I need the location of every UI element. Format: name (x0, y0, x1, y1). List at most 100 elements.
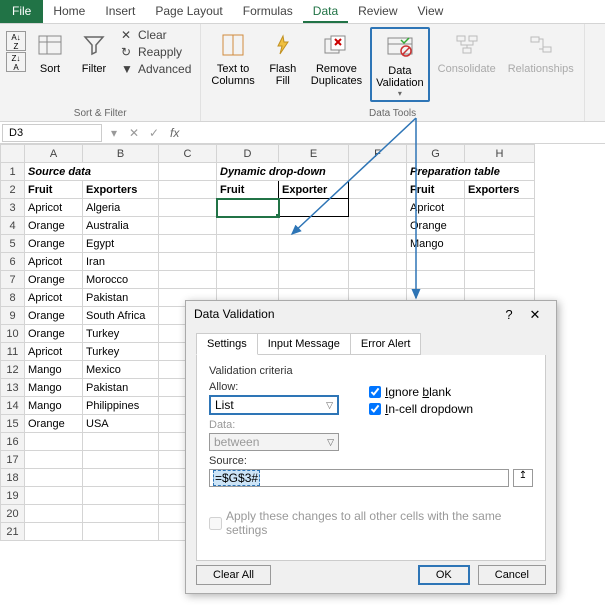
row-header[interactable]: 7 (1, 271, 25, 289)
cell[interactable] (349, 163, 407, 181)
col-header-G[interactable]: G (407, 145, 465, 163)
cell[interactable]: Apricot (25, 289, 83, 307)
cell[interactable] (159, 199, 217, 217)
cell[interactable] (25, 433, 83, 451)
cell[interactable] (25, 523, 83, 541)
tab-view[interactable]: View (408, 0, 454, 23)
cell[interactable]: Iran (83, 253, 159, 271)
cell[interactable] (279, 271, 349, 289)
filter-button[interactable]: Filter (74, 27, 114, 77)
cell[interactable]: Philippines (83, 397, 159, 415)
tab-home[interactable]: Home (43, 0, 95, 23)
cell[interactable] (279, 217, 349, 235)
help-button[interactable]: ? (496, 307, 522, 323)
cell[interactable]: Apricot (25, 253, 83, 271)
enter-formula-icon[interactable]: ✓ (144, 126, 164, 140)
cell[interactable]: Apricot (407, 199, 465, 217)
cell[interactable]: Fruit (25, 181, 83, 199)
cell[interactable]: Pakistan (83, 289, 159, 307)
cell[interactable]: Australia (83, 217, 159, 235)
cancel-formula-icon[interactable]: ✕ (124, 126, 144, 140)
cell[interactable] (349, 199, 407, 217)
advanced-button[interactable]: ▼Advanced (118, 61, 194, 77)
row-header[interactable]: 6 (1, 253, 25, 271)
row-header[interactable]: 20 (1, 505, 25, 523)
cell[interactable]: USA (83, 415, 159, 433)
cell[interactable]: Orange (25, 415, 83, 433)
cell[interactable] (25, 469, 83, 487)
clear-all-button[interactable]: Clear All (196, 565, 271, 585)
cell[interactable] (159, 163, 217, 181)
tab-review[interactable]: Review (348, 0, 407, 23)
select-all-corner[interactable] (1, 145, 25, 163)
cell[interactable]: Mango (407, 235, 465, 253)
cell[interactable] (465, 199, 535, 217)
col-header-A[interactable]: A (25, 145, 83, 163)
cell[interactable]: Morocco (83, 271, 159, 289)
cell[interactable]: South Africa (83, 307, 159, 325)
cell[interactable] (407, 253, 465, 271)
fx-icon[interactable]: fx (164, 126, 185, 140)
cell[interactable] (25, 451, 83, 469)
cancel-button[interactable]: Cancel (478, 565, 546, 585)
cell[interactable]: Mexico (83, 361, 159, 379)
source-input[interactable]: =$G$3# (209, 469, 509, 487)
col-header-B[interactable]: B (83, 145, 159, 163)
sort-az-icon[interactable]: A↓Z (6, 31, 26, 51)
row-header[interactable]: 8 (1, 289, 25, 307)
col-header-F[interactable]: F (349, 145, 407, 163)
tab-insert[interactable]: Insert (95, 0, 145, 23)
cell[interactable] (349, 181, 407, 199)
cell[interactable]: Orange (25, 271, 83, 289)
cell[interactable]: Pakistan (83, 379, 159, 397)
flash-fill-button[interactable]: Flash Fill (263, 27, 303, 89)
cell[interactable]: Orange (25, 307, 83, 325)
reapply-button[interactable]: ↻Reapply (118, 44, 194, 60)
cell[interactable] (349, 217, 407, 235)
row-header[interactable]: 4 (1, 217, 25, 235)
cell[interactable]: Egypt (83, 235, 159, 253)
row-header[interactable]: 3 (1, 199, 25, 217)
cell[interactable] (83, 451, 159, 469)
data-validation-button[interactable]: Data Validation ▾ (370, 27, 430, 102)
cell[interactable]: Orange (25, 235, 83, 253)
cell[interactable] (349, 235, 407, 253)
row-header[interactable]: 12 (1, 361, 25, 379)
tab-settings[interactable]: Settings (196, 333, 258, 355)
range-selector-button[interactable]: ↥ (513, 469, 533, 487)
clear-button[interactable]: ✕Clear (118, 27, 194, 43)
cell[interactable] (465, 253, 535, 271)
row-header[interactable]: 21 (1, 523, 25, 541)
row-header[interactable]: 9 (1, 307, 25, 325)
cell[interactable] (159, 271, 217, 289)
cell[interactable]: Mango (25, 379, 83, 397)
cell[interactable]: Exporter (279, 181, 349, 199)
row-header[interactable]: 16 (1, 433, 25, 451)
text-to-columns-button[interactable]: Text to Columns (207, 27, 258, 89)
cell[interactable]: Fruit (407, 181, 465, 199)
cell[interactable] (159, 253, 217, 271)
cell[interactable] (83, 487, 159, 505)
allow-combo[interactable]: List▽ (209, 395, 339, 415)
cell[interactable] (217, 199, 279, 217)
remove-duplicates-button[interactable]: Remove Duplicates (307, 27, 366, 89)
cell[interactable]: Source data (25, 163, 159, 181)
cell[interactable]: Apricot (25, 199, 83, 217)
cell[interactable] (465, 217, 535, 235)
row-header[interactable]: 1 (1, 163, 25, 181)
cell[interactable] (279, 235, 349, 253)
cell[interactable]: Fruit (217, 181, 279, 199)
file-tab[interactable]: File (0, 0, 43, 23)
formula-input[interactable] (185, 124, 605, 142)
row-header[interactable]: 14 (1, 397, 25, 415)
col-header-D[interactable]: D (217, 145, 279, 163)
ok-button[interactable]: OK (418, 565, 470, 585)
cell[interactable] (217, 271, 279, 289)
cell[interactable] (217, 235, 279, 253)
row-header[interactable]: 2 (1, 181, 25, 199)
tab-input-message[interactable]: Input Message (257, 333, 351, 355)
cell[interactable]: Mango (25, 397, 83, 415)
ignore-blank-checkbox[interactable]: Ignore blank (369, 385, 473, 399)
close-button[interactable]: ✕ (522, 307, 548, 323)
cell[interactable] (465, 235, 535, 253)
